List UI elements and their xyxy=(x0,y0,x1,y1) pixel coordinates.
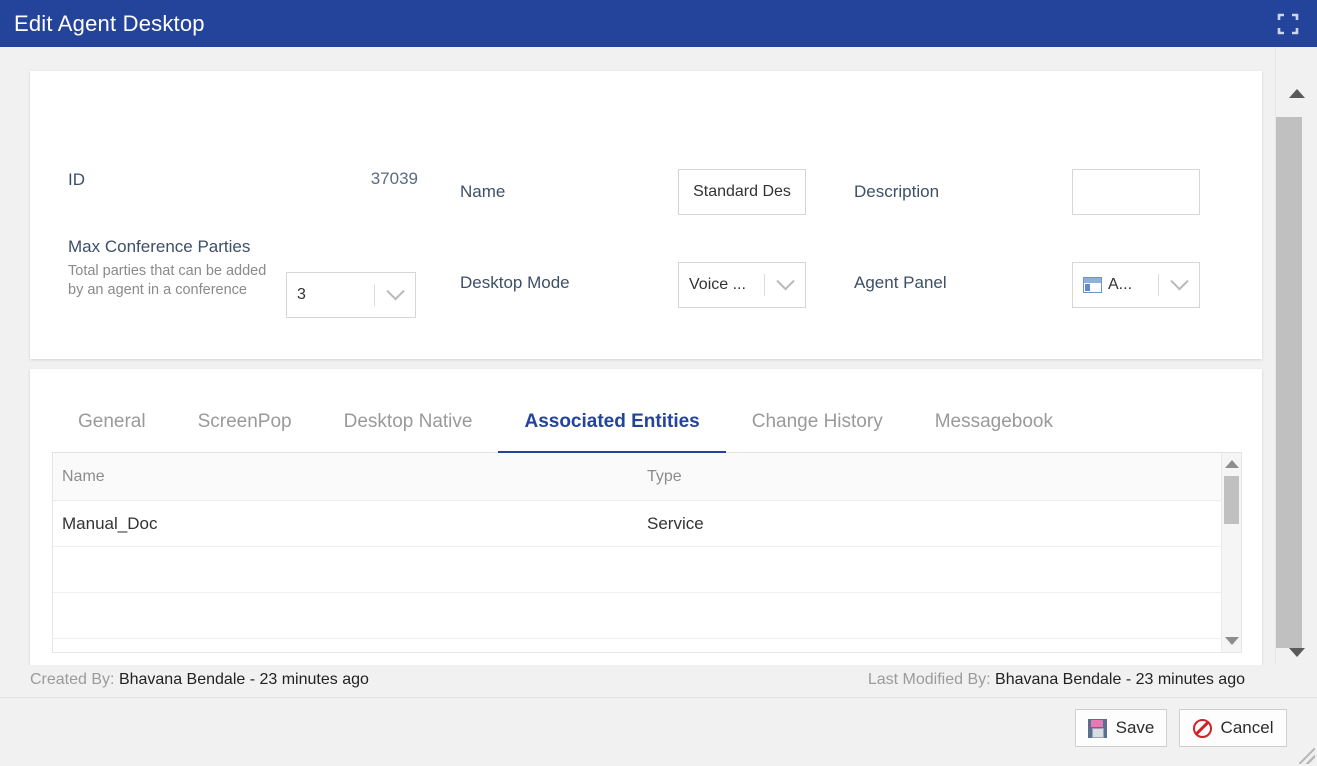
table-row[interactable] xyxy=(53,547,1221,593)
agent-panel-select[interactable]: A... xyxy=(1072,262,1200,308)
created-by-label: Created By: xyxy=(30,671,115,688)
dialog-title: Edit Agent Desktop xyxy=(14,10,205,36)
table-row[interactable]: Manual_Doc Service xyxy=(53,501,1221,547)
save-button-label: Save xyxy=(1115,718,1155,737)
cell-type: Service xyxy=(647,513,704,533)
table-row[interactable] xyxy=(53,593,1221,639)
desktop-mode-value: Voice ... xyxy=(689,276,746,293)
table-scrollbar-thumb[interactable] xyxy=(1224,476,1239,524)
tab-general[interactable]: General xyxy=(52,391,172,453)
max-conference-parties-hint: Total parties that can be added by an ag… xyxy=(68,263,267,298)
last-modified-meta: Last Modified By: Bhavana Bendale - 23 m… xyxy=(868,671,1245,689)
field-name: Name Standard Des xyxy=(460,169,806,215)
save-button[interactable]: Save xyxy=(1075,709,1167,747)
scroll-up-arrow-icon[interactable] xyxy=(1288,89,1305,98)
name-label: Name xyxy=(460,182,506,201)
description-label: Description xyxy=(854,182,940,201)
dialog-titlebar: Edit Agent Desktop xyxy=(0,0,1317,47)
created-by-value: Bhavana Bendale - 23 minutes ago xyxy=(118,671,369,688)
last-modified-label: Last Modified By: xyxy=(867,671,991,688)
max-conference-parties-label: Max Conference Parties xyxy=(68,237,251,256)
created-by-meta: Created By: Bhavana Bendale - 23 minutes… xyxy=(30,671,369,689)
dialog-vertical-scrollbar[interactable] xyxy=(1275,47,1317,665)
max-conference-parties-select[interactable]: 3 xyxy=(286,272,416,318)
field-desktop-mode: Desktop Mode Voice ... xyxy=(460,236,806,308)
tab-change-history[interactable]: Change History xyxy=(726,391,909,453)
description-input[interactable] xyxy=(1072,169,1200,215)
floppy-disk-icon xyxy=(1087,718,1107,738)
chevron-down-icon[interactable] xyxy=(375,281,415,302)
tab-messagebook[interactable]: Messagebook xyxy=(909,391,1079,453)
agent-panel-label: Agent Panel xyxy=(854,273,947,292)
panel-layout-icon xyxy=(1083,277,1102,293)
name-input-value: Standard Des xyxy=(693,183,791,200)
field-agent-panel: Agent Panel A... xyxy=(854,236,1200,308)
cell-name: Manual_Doc xyxy=(62,513,158,533)
last-modified-value: Bhavana Bendale - 23 minutes ago xyxy=(995,671,1245,688)
field-description: Description xyxy=(854,169,1200,215)
chevron-down-icon[interactable] xyxy=(1159,271,1199,292)
edit-agent-desktop-dialog: Edit Agent Desktop ID 37039 Name Standar… xyxy=(0,0,1317,766)
field-id: ID 37039 xyxy=(68,169,428,190)
agent-panel-value: A... xyxy=(1108,276,1133,293)
max-conference-parties-value: 3 xyxy=(297,286,306,303)
id-label: ID xyxy=(68,170,85,189)
expand-fullscreen-icon[interactable] xyxy=(1267,0,1309,47)
id-value: 37039 xyxy=(370,169,418,188)
scroll-down-arrow-icon[interactable] xyxy=(1288,648,1305,657)
cancel-button[interactable]: Cancel xyxy=(1179,709,1287,747)
desktop-mode-label: Desktop Mode xyxy=(460,273,570,292)
chevron-down-icon[interactable] xyxy=(765,271,805,292)
field-max-conference-parties: Max Conference Parties Total parties tha… xyxy=(68,236,416,318)
cancel-button-label: Cancel xyxy=(1220,718,1274,737)
scroll-down-arrow-icon[interactable] xyxy=(1224,637,1239,645)
name-input[interactable]: Standard Des xyxy=(678,169,806,215)
details-card: ID 37039 Name Standard Des Description M… xyxy=(30,71,1262,359)
column-header-name[interactable]: Name xyxy=(53,468,638,486)
table-header-row: Name Type xyxy=(53,453,1221,501)
scroll-up-arrow-icon[interactable] xyxy=(1224,460,1239,468)
tab-bar: General ScreenPop Desktop Native Associa… xyxy=(52,391,1242,454)
dialog-action-bar: Save Cancel xyxy=(0,697,1317,766)
tab-screenpop[interactable]: ScreenPop xyxy=(172,391,318,453)
tab-associated-entities[interactable]: Associated Entities xyxy=(498,391,727,454)
table-body-area: Name Type Manual_Doc Service xyxy=(53,453,1221,652)
resize-grip[interactable] xyxy=(1299,748,1315,764)
desktop-mode-select[interactable]: Voice ... xyxy=(678,262,806,308)
table-vertical-scrollbar[interactable] xyxy=(1221,453,1241,652)
tabs-card: General ScreenPop Desktop Native Associa… xyxy=(30,369,1262,665)
column-header-type[interactable]: Type xyxy=(638,468,1038,486)
audit-meta-bar: Created By: Bhavana Bendale - 23 minutes… xyxy=(0,665,1275,697)
associated-entities-table: Name Type Manual_Doc Service xyxy=(52,453,1242,653)
dialog-scroll-body: ID 37039 Name Standard Des Description M… xyxy=(0,47,1275,665)
tab-desktop-native[interactable]: Desktop Native xyxy=(318,391,499,453)
prohibition-icon xyxy=(1192,718,1212,738)
dialog-scrollbar-thumb[interactable] xyxy=(1276,117,1302,648)
